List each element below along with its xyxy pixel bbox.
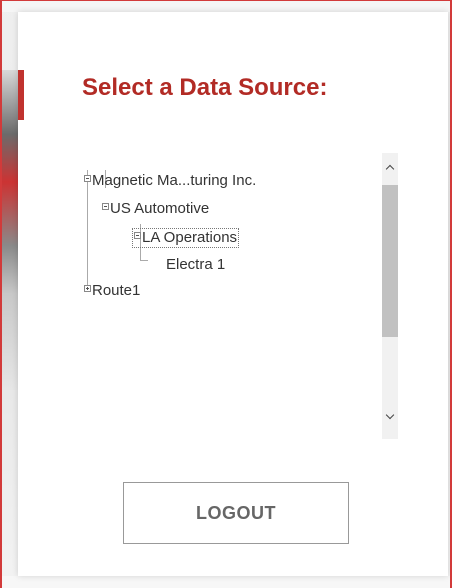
background-top-strip bbox=[0, 0, 452, 12]
data-source-tree: Magnetic Ma...turing Inc. US Automotive … bbox=[84, 156, 364, 299]
expand-icon[interactable] bbox=[84, 284, 91, 292]
tree-node-route1[interactable]: Route1 bbox=[84, 282, 140, 300]
background-photo bbox=[0, 70, 18, 390]
tree-node-label: LA Operations bbox=[142, 229, 238, 246]
scroll-thumb[interactable] bbox=[382, 185, 398, 337]
tree-node-us-automotive[interactable]: US Automotive bbox=[102, 200, 209, 218]
logout-button[interactable]: LOGOUT bbox=[123, 482, 349, 544]
tree-connector-line bbox=[140, 260, 148, 261]
tree-node-label: Magnetic Ma...turing Inc. bbox=[92, 172, 257, 189]
tree-node-label: Electra 1 bbox=[166, 256, 226, 273]
tree-node-label: Route1 bbox=[92, 282, 141, 299]
data-source-dialog: Select a Data Source: Magnetic Ma...turi… bbox=[18, 12, 448, 576]
scroll-down-button[interactable] bbox=[382, 405, 398, 423]
tree-node-label: US Automotive bbox=[110, 200, 210, 217]
chevron-down-icon bbox=[385, 410, 395, 420]
chevron-up-icon bbox=[385, 164, 395, 174]
scroll-up-button[interactable] bbox=[382, 159, 398, 177]
tree-node-magnetic-manufacturing[interactable]: Magnetic Ma...turing Inc. bbox=[84, 172, 256, 190]
collapse-icon[interactable] bbox=[134, 232, 141, 239]
tree-node-la-operations[interactable]: LA Operations bbox=[132, 228, 240, 248]
collapse-icon[interactable] bbox=[102, 202, 109, 210]
selected-node-focus[interactable]: LA Operations bbox=[132, 228, 240, 248]
title-accent-bar bbox=[18, 70, 24, 120]
tree-node-electra-1[interactable]: Electra 1 bbox=[166, 256, 225, 274]
dialog-title: Select a Data Source: bbox=[82, 74, 328, 101]
tree-scrollbar[interactable] bbox=[382, 153, 398, 439]
background-bottom-strip bbox=[0, 576, 452, 588]
collapse-icon[interactable] bbox=[84, 174, 91, 182]
